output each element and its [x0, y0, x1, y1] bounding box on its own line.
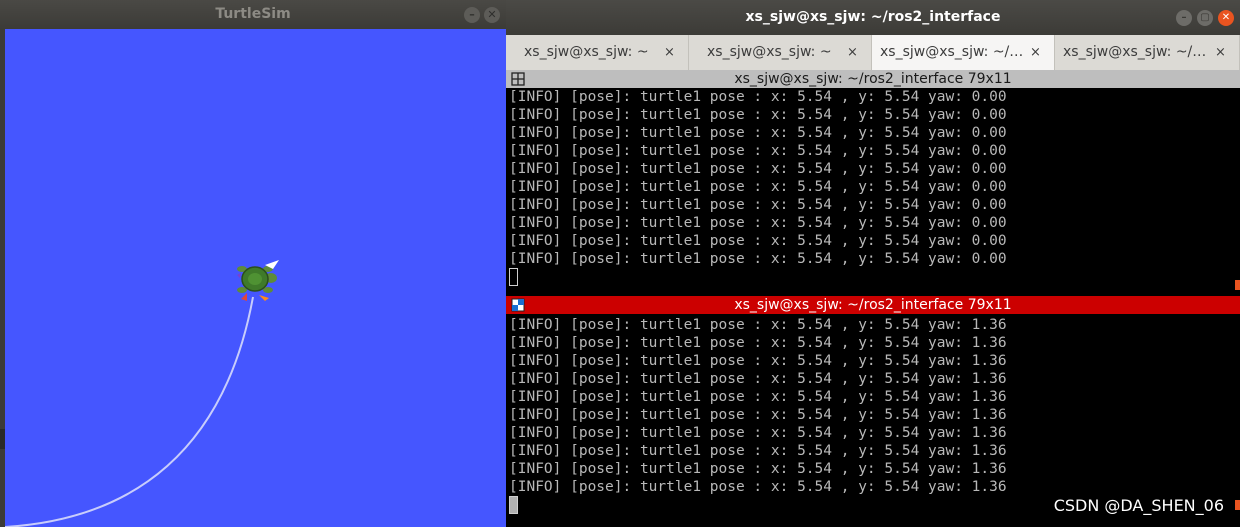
log-line: [INFO] [pose]: turtle1 pose : x: 5.54 , …: [509, 233, 1007, 249]
scrollbar-marker[interactable]: [1235, 500, 1240, 510]
log-line: [INFO] [pose]: turtle1 pose : x: 5.54 , …: [509, 179, 1007, 195]
log-line: [INFO] [pose]: turtle1 pose : x: 5.54 , …: [509, 335, 1007, 351]
bottom-pane-lines: [INFO] [pose]: turtle1 pose : x: 5.54 , …: [506, 316, 1234, 496]
log-line: [INFO] [pose]: turtle1 pose : x: 5.54 , …: [509, 215, 1007, 231]
log-line: [INFO] [pose]: turtle1 pose : x: 5.54 , …: [509, 425, 1007, 441]
close-icon[interactable]: ×: [664, 35, 675, 70]
pane-layout-icon[interactable]: [511, 72, 525, 86]
log-line: [INFO] [pose]: turtle1 pose : x: 5.54 , …: [509, 461, 1007, 477]
top-pane-lines: [INFO] [pose]: turtle1 pose : x: 5.54 , …: [506, 88, 1234, 268]
turtlesim-canvas: [4, 29, 506, 527]
turtlesim-window: TurtleSim – ✕: [0, 0, 506, 527]
terminal-window: xs_sjw@xs_sjw: ~/ros2_interface – ▢ ✕ xs…: [506, 0, 1240, 527]
turtlesim-titlebar[interactable]: TurtleSim – ✕: [0, 0, 506, 29]
log-line: [INFO] [pose]: turtle1 pose : x: 5.54 , …: [509, 479, 1007, 495]
tab-label: xs_sjw@xs_sjw: ~/…: [1063, 44, 1207, 60]
close-icon[interactable]: ✕: [1218, 10, 1234, 26]
log-line: [INFO] [pose]: turtle1 pose : x: 5.54 , …: [509, 389, 1007, 405]
log-line: [INFO] [pose]: turtle1 pose : x: 5.54 , …: [509, 125, 1007, 141]
terminal-titlebar[interactable]: xs_sjw@xs_sjw: ~/ros2_interface – ▢ ✕: [506, 0, 1240, 35]
bottom-pane-title: xs_sjw@xs_sjw: ~/ros2_interface 79x11: [734, 297, 1012, 313]
tab-2[interactable]: xs_sjw@xs_sjw: ~ ×: [689, 35, 872, 70]
terminal-cursor: [509, 496, 518, 514]
tab-label: xs_sjw@xs_sjw: ~: [524, 44, 649, 60]
top-pane-header[interactable]: xs_sjw@xs_sjw: ~/ros2_interface 79x11: [506, 70, 1240, 88]
tab-4[interactable]: xs_sjw@xs_sjw: ~/… ×: [1055, 35, 1240, 70]
tab-label: xs_sjw@xs_sjw: ~: [707, 44, 832, 60]
watermark: CSDN @DA_SHEN_06: [1053, 496, 1224, 515]
log-line: [INFO] [pose]: turtle1 pose : x: 5.54 , …: [509, 89, 1007, 105]
close-icon[interactable]: ×: [1215, 35, 1226, 70]
log-line: [INFO] [pose]: turtle1 pose : x: 5.54 , …: [509, 107, 1007, 123]
top-pane-output[interactable]: [INFO] [pose]: turtle1 pose : x: 5.54 , …: [506, 88, 1234, 295]
close-icon[interactable]: ✕: [484, 7, 500, 23]
terminal-title: xs_sjw@xs_sjw: ~/ros2_interface: [745, 9, 1001, 25]
maximize-icon[interactable]: ▢: [1197, 10, 1213, 26]
close-icon[interactable]: ×: [847, 35, 858, 70]
log-line: [INFO] [pose]: turtle1 pose : x: 5.54 , …: [509, 251, 1007, 267]
log-line: [INFO] [pose]: turtle1 pose : x: 5.54 , …: [509, 143, 1007, 159]
scrollbar-marker[interactable]: [1235, 280, 1240, 290]
log-line: [INFO] [pose]: turtle1 pose : x: 5.54 , …: [509, 197, 1007, 213]
log-line: [INFO] [pose]: turtle1 pose : x: 5.54 , …: [509, 353, 1007, 369]
pane-layout-icon[interactable]: [511, 298, 525, 312]
turtle-path: [4, 296, 254, 527]
turtle-path-drawing: [4, 260, 279, 527]
log-line: [INFO] [pose]: turtle1 pose : x: 5.54 , …: [509, 407, 1007, 423]
close-icon[interactable]: ×: [1030, 35, 1041, 70]
log-line: [INFO] [pose]: turtle1 pose : x: 5.54 , …: [509, 317, 1007, 333]
tab-1[interactable]: xs_sjw@xs_sjw: ~ ×: [506, 35, 689, 70]
log-line: [INFO] [pose]: turtle1 pose : x: 5.54 , …: [509, 443, 1007, 459]
log-line: [INFO] [pose]: turtle1 pose : x: 5.54 , …: [509, 371, 1007, 387]
minimize-icon[interactable]: –: [464, 7, 480, 23]
tab-bar: xs_sjw@xs_sjw: ~ × xs_sjw@xs_sjw: ~ × xs…: [506, 35, 1240, 70]
tab-3[interactable]: xs_sjw@xs_sjw: ~/… ×: [872, 35, 1055, 70]
turtlesim-title: TurtleSim: [215, 6, 291, 22]
bottom-pane-header[interactable]: xs_sjw@xs_sjw: ~/ros2_interface 79x11: [506, 296, 1240, 314]
minimize-icon[interactable]: –: [1176, 10, 1192, 26]
top-pane-title: xs_sjw@xs_sjw: ~/ros2_interface 79x11: [734, 71, 1012, 87]
terminal-cursor: [509, 268, 518, 286]
tab-label: xs_sjw@xs_sjw: ~/…: [880, 44, 1024, 60]
turtle-icon: [237, 260, 279, 301]
log-line: [INFO] [pose]: turtle1 pose : x: 5.54 , …: [509, 161, 1007, 177]
